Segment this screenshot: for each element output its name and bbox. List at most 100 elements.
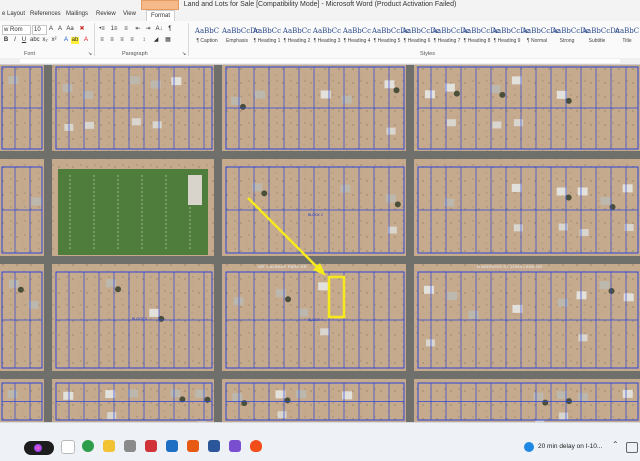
tab-page-layout[interactable]: e Layout — [2, 11, 25, 17]
aerial-lot-map-image: WE 1 ALBANY PARK DR N ADDRESS ST 12345 L… — [0, 65, 640, 422]
house — [511, 183, 522, 192]
house — [152, 121, 162, 129]
office-icon[interactable] — [145, 440, 157, 452]
house — [490, 84, 501, 93]
taskbar — [0, 422, 640, 461]
shrink-font-icon[interactable]: A — [56, 26, 64, 33]
widget-badge-icon — [34, 444, 42, 452]
line-spacing-icon[interactable]: ↕ — [140, 37, 148, 44]
tree — [284, 397, 291, 404]
brave-browser-icon[interactable] — [250, 440, 262, 452]
house — [447, 292, 458, 301]
style-sample: AaBbCc — [312, 27, 342, 35]
style-tile[interactable]: AaBbCcDc Emphasis — [222, 23, 260, 49]
align-center-icon[interactable]: ≡ — [108, 37, 116, 44]
traffic-notification[interactable]: 20 min delay on I-10... — [538, 443, 602, 450]
style-tile[interactable]: AaBbC Title — [612, 23, 640, 49]
style-tile[interactable]: AaBbCcDc ¶ Heading 7 — [432, 23, 470, 49]
paragraph-dialog-launcher-icon[interactable]: ↘ — [180, 51, 188, 58]
tree — [499, 91, 506, 98]
house — [556, 187, 567, 196]
tree — [453, 90, 460, 97]
show-marks-icon[interactable]: ¶ — [166, 26, 174, 33]
change-case-icon[interactable]: Aa — [66, 26, 74, 33]
house — [492, 121, 502, 129]
word-icon[interactable] — [208, 440, 220, 452]
text-effects-icon[interactable]: A — [62, 37, 70, 44]
sort-icon[interactable]: A↓ — [155, 26, 163, 33]
font-name-box[interactable]: w Rom — [2, 25, 31, 35]
superscript-icon[interactable]: x² — [50, 37, 58, 44]
font-size-box[interactable]: 10 — [32, 25, 47, 35]
tab-review[interactable]: Review — [96, 11, 116, 17]
ribbon-tabs: e Layout References Mailings Review View… — [0, 10, 640, 22]
house — [107, 412, 117, 420]
road — [0, 256, 640, 264]
house — [84, 121, 94, 129]
bullets-icon[interactable]: •≡ — [98, 26, 106, 33]
strikethrough-icon[interactable]: abc — [30, 37, 40, 44]
tab-view[interactable]: View — [123, 11, 136, 17]
house — [386, 127, 396, 135]
file-explorer-icon[interactable] — [103, 440, 115, 452]
house — [556, 391, 567, 400]
numbering-icon[interactable]: 1≡ — [110, 26, 118, 33]
align-right-icon[interactable]: ≡ — [118, 37, 126, 44]
house — [578, 334, 588, 342]
house — [468, 310, 479, 319]
style-tile[interactable]: AaBbCcDc ¶ Heading 5 — [372, 23, 410, 49]
show-hidden-icons-icon[interactable]: ⌃ — [612, 440, 619, 449]
highlight-icon[interactable]: ab — [71, 37, 79, 44]
house — [277, 411, 287, 419]
increase-indent-icon[interactable]: ⇥ — [144, 26, 152, 33]
tab-mailings[interactable]: Mailings — [66, 11, 88, 17]
style-sample: AaBbC — [614, 27, 640, 35]
style-tile[interactable]: AaBbCcDc ¶ Heading 9 — [492, 23, 530, 49]
app-icon[interactable] — [229, 440, 241, 452]
style-tile[interactable]: AaBbCcDc Subtitle — [582, 23, 620, 49]
chrome-icon[interactable] — [82, 440, 94, 452]
windows-start-icon[interactable] — [61, 440, 75, 454]
style-sample: AaBbCcDc — [462, 27, 500, 35]
decrease-indent-icon[interactable]: ⇤ — [134, 26, 142, 33]
font-group-label: Font — [24, 51, 36, 57]
style-tile[interactable]: AaBbCcDc ¶ Heading 6 — [402, 23, 440, 49]
borders-icon[interactable]: ▦ — [164, 37, 172, 44]
shading-icon[interactable]: ◢ — [152, 37, 160, 44]
style-tile[interactable]: AaBbCcDc ¶ Heading 8 — [462, 23, 500, 49]
tree — [17, 286, 24, 293]
style-name: ¶ Heading 6 — [403, 38, 431, 44]
multilevel-list-icon[interactable]: ≡ — [122, 26, 130, 33]
subscript-icon[interactable]: x₂ — [41, 37, 49, 44]
clear-formatting-icon[interactable]: ✖ — [78, 26, 86, 33]
house — [31, 197, 42, 206]
style-tile[interactable]: AaBbC ¶ Caption — [192, 23, 222, 49]
tab-references[interactable]: References — [30, 11, 61, 17]
house — [446, 119, 456, 127]
window-title: Land and Lots for Sale [Compatibility Mo… — [183, 1, 457, 8]
style-tile[interactable]: AaBbCcDc Strong — [552, 23, 590, 49]
style-tile[interactable]: AaBbCc ¶ Heading 3 — [312, 23, 342, 49]
tray-icon[interactable] — [626, 442, 638, 453]
font-dialog-launcher-icon[interactable]: ↘ — [86, 51, 94, 58]
italic-icon[interactable]: I — [11, 37, 19, 44]
style-tile[interactable]: AaBbCcDc ¶ Normal — [522, 23, 560, 49]
app-icon[interactable] — [124, 440, 136, 452]
justify-icon[interactable]: ≡ — [128, 37, 136, 44]
style-tile[interactable]: AaBbCc ¶ Heading 1 — [252, 23, 282, 49]
underline-icon[interactable]: U — [20, 37, 28, 44]
grow-font-icon[interactable]: A — [47, 26, 55, 33]
style-sample: AaBbC — [194, 27, 220, 35]
style-tile[interactable]: AaBbCc ¶ Heading 4 — [342, 23, 372, 49]
house — [533, 392, 544, 401]
mail-icon[interactable] — [166, 440, 178, 452]
style-tile[interactable]: AaBbCc ¶ Heading 2 — [282, 23, 312, 49]
house — [131, 118, 141, 126]
style-name: ¶ Heading 7 — [433, 38, 461, 44]
align-left-icon[interactable]: ≡ — [98, 37, 106, 44]
bold-icon[interactable]: B — [2, 37, 10, 44]
font-color-icon[interactable]: A — [82, 37, 90, 44]
road — [44, 65, 52, 422]
powerpoint-icon[interactable] — [187, 440, 199, 452]
style-name: ¶ Caption — [196, 38, 218, 44]
